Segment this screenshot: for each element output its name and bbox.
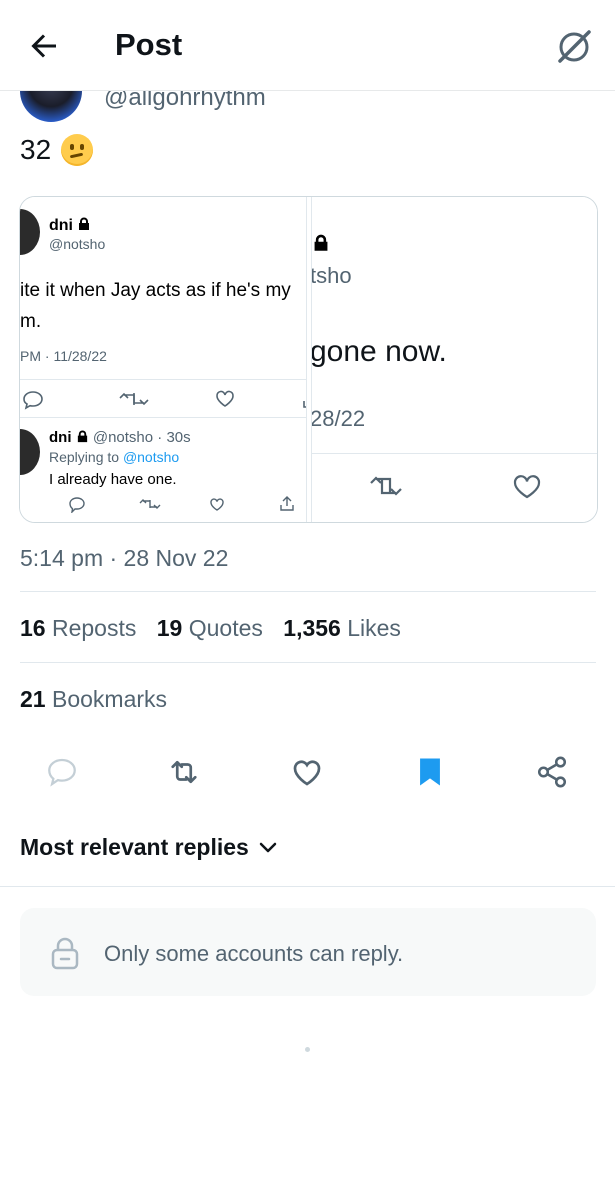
tweet-text-value: 32 <box>20 134 52 165</box>
grok-icon <box>558 30 591 63</box>
embedded-actions <box>312 471 597 501</box>
embedded-date: 28/22 <box>311 406 366 431</box>
replies-sort-label: Most relevant replies <box>20 834 249 860</box>
bookmark-icon <box>420 758 440 786</box>
grok-button[interactable] <box>552 25 596 69</box>
embedded-time: PM · 11/28/22 <box>20 348 107 364</box>
repost-icon <box>370 476 402 496</box>
bookmarks-stat[interactable]: 21 Bookmarks <box>20 686 167 713</box>
embedded-reply-header: dni @notsho · 30s <box>49 429 191 446</box>
page-title: Post <box>115 27 183 62</box>
embedded-reply-avatar <box>20 429 40 475</box>
bookmark-button[interactable] <box>410 752 450 792</box>
like-icon <box>216 390 234 407</box>
lock-icon <box>77 430 87 443</box>
embedded-reply-text: I already have one. <box>49 471 177 488</box>
reply-icon <box>48 758 76 787</box>
engagement-stats: 16 Reposts 19 Quotes 1,356 Likes <box>20 615 415 642</box>
lock-icon <box>79 217 90 230</box>
embedded-text: gone now. <box>311 335 447 368</box>
divider <box>20 417 306 418</box>
arrow-left-icon <box>31 34 56 58</box>
like-button[interactable] <box>287 752 327 792</box>
embedded-text: ite it when Jay acts as if he's my m. <box>20 280 291 332</box>
reply-restriction-text: Only some accounts can reply. <box>104 941 404 966</box>
reposts-stat[interactable]: 16 Reposts <box>20 615 136 641</box>
chevron-down-icon <box>259 842 277 852</box>
confused-face-emoji-icon <box>61 134 94 166</box>
divider <box>312 453 597 454</box>
divider <box>0 886 615 887</box>
loading-indicator <box>305 1047 310 1052</box>
likes-stat[interactable]: 1,356 Likes <box>283 615 401 641</box>
media-image-left[interactable]: dni @notsho ite it when Jay acts as if h… <box>20 197 307 522</box>
replies-sort-dropdown[interactable]: Most relevant replies <box>20 834 277 861</box>
repost-icon <box>171 760 197 784</box>
divider <box>20 591 596 592</box>
quotes-stat[interactable]: 19 Quotes <box>157 615 263 641</box>
embedded-handle: tsho <box>311 263 352 288</box>
embedded-reply-actions <box>49 495 299 515</box>
reply-button[interactable] <box>42 752 82 792</box>
reply-icon <box>23 391 43 410</box>
lock-icon <box>51 937 79 970</box>
media-attachment[interactable]: dni @notsho ite it when Jay acts as if h… <box>19 196 598 523</box>
embedded-avatar <box>20 209 40 255</box>
divider <box>20 379 306 380</box>
share-button[interactable] <box>532 752 572 792</box>
repost-button[interactable] <box>164 752 204 792</box>
reply-restriction-notice: Only some accounts can reply. <box>20 908 596 996</box>
embedded-replying-to: Replying to @notsho <box>49 449 180 465</box>
post-timestamp: 5:14 pm · 28 Nov 22 <box>20 545 229 571</box>
repost-icon <box>119 392 149 406</box>
embedded-handle: @notsho <box>49 236 106 252</box>
media-image-right[interactable]: tsho gone now. 28/22 <box>311 197 597 522</box>
top-bar: Post <box>0 0 615 91</box>
like-icon <box>293 760 321 786</box>
action-bar <box>0 752 615 796</box>
divider <box>20 662 596 663</box>
share-icon <box>537 756 567 788</box>
embedded-actions <box>20 387 306 411</box>
like-icon <box>513 475 541 499</box>
embedded-name: dni <box>49 217 91 235</box>
tweet-text: 32 <box>20 134 94 166</box>
back-button[interactable] <box>26 28 66 64</box>
share-icon <box>303 401 306 408</box>
lock-icon <box>314 234 328 251</box>
